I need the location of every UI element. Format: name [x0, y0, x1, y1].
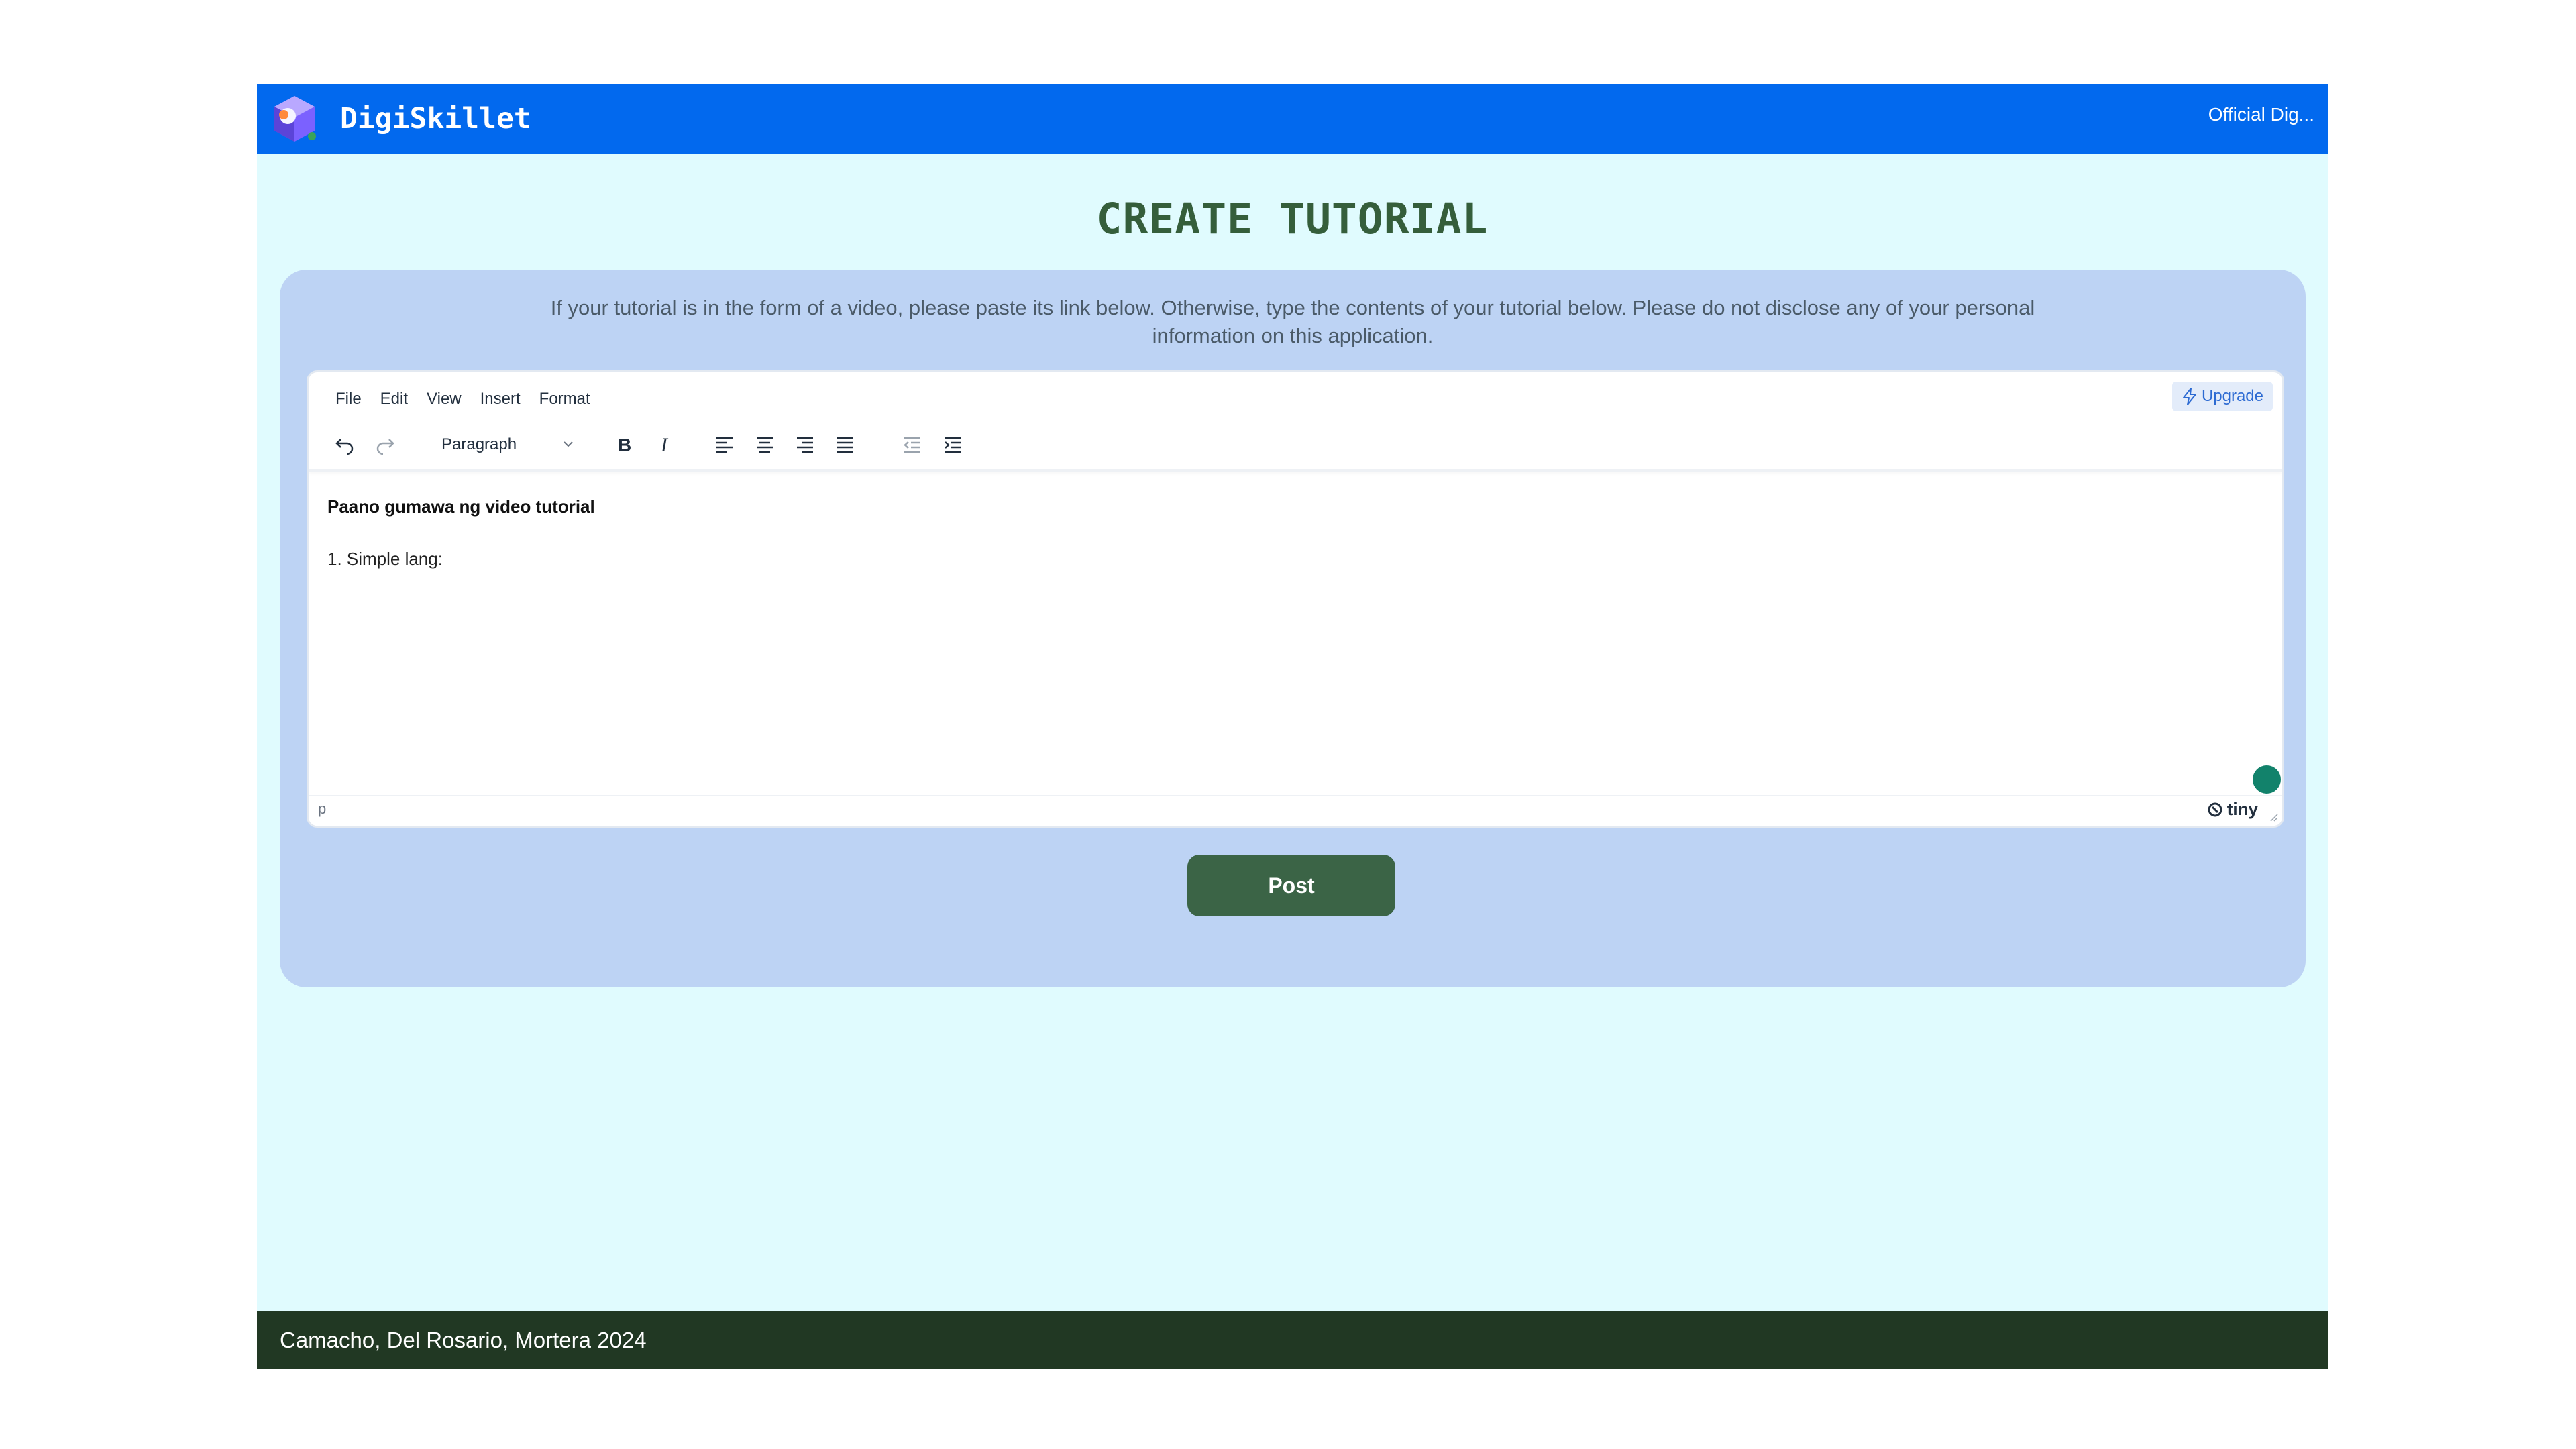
indent-button[interactable]	[936, 429, 969, 461]
tutorial-form-card: If your tutorial is in the form of a vid…	[280, 270, 2306, 987]
bold-button[interactable]: B	[608, 429, 640, 461]
page-title: CREATE TUTORIAL	[1096, 195, 1489, 244]
editor-content-area[interactable]: Paano gumawa ng video tutorial 1. Simple…	[327, 493, 2259, 775]
svg-text:I: I	[660, 435, 669, 455]
chat-bubble-icon[interactable]	[2253, 765, 2281, 794]
align-justify-button[interactable]	[829, 429, 861, 461]
italic-icon: I	[660, 435, 669, 455]
block-format-value: Paragraph	[441, 435, 517, 453]
content-heading: Paano gumawa ng video tutorial	[327, 496, 595, 517]
upgrade-label: Upgrade	[2201, 387, 2263, 405]
brand-name[interactable]: DigiSkillet	[340, 84, 531, 154]
align-left-button[interactable]	[708, 429, 741, 461]
align-justify-icon	[837, 437, 853, 453]
outdent-button[interactable]	[896, 429, 928, 461]
align-center-icon	[757, 437, 773, 453]
indent-icon	[945, 437, 961, 453]
lightning-icon	[2182, 388, 2196, 405]
upgrade-button[interactable]: Upgrade	[2171, 382, 2273, 411]
resize-handle-icon[interactable]	[2267, 811, 2278, 822]
menu-edit[interactable]: Edit	[371, 386, 417, 413]
undo-icon	[335, 439, 354, 455]
bold-icon: B	[618, 435, 631, 455]
post-button[interactable]: Post	[1187, 855, 1395, 916]
rich-text-editor: File Edit View Insert Format Upgrade Par…	[307, 370, 2284, 828]
align-left-icon	[716, 437, 733, 453]
tiny-logo-icon	[2208, 802, 2222, 816]
footer-credits: Camacho, Del Rosario, Mortera 2024	[280, 1328, 647, 1352]
redo-icon	[376, 439, 394, 455]
align-right-button[interactable]	[789, 429, 821, 461]
block-format-select[interactable]: Paragraph	[433, 431, 581, 458]
align-right-icon	[797, 437, 813, 453]
undo-button[interactable]	[329, 429, 361, 461]
align-center-button[interactable]	[749, 429, 781, 461]
logo-icon	[274, 96, 316, 142]
editor-menubar: File Edit View Insert Format	[326, 386, 600, 413]
account-menu[interactable]: Official Dig...	[2208, 84, 2314, 146]
menu-file[interactable]: File	[326, 386, 371, 413]
instructions-text: If your tutorial is in the form of a vid…	[550, 296, 2035, 347]
footer: Camacho, Del Rosario, Mortera 2024	[257, 1311, 2328, 1368]
menu-insert[interactable]: Insert	[471, 386, 530, 413]
menu-view[interactable]: View	[417, 386, 471, 413]
svg-text:B: B	[618, 435, 631, 455]
redo-button[interactable]	[369, 429, 401, 461]
chevron-down-icon	[564, 441, 573, 447]
top-navbar: DigiSkillet Official Dig...	[257, 84, 2328, 154]
menu-format[interactable]: Format	[530, 386, 600, 413]
editor-toolbar: Paragraph B I	[326, 426, 1131, 464]
app-window: DigiSkillet Official Dig... CREATE TUTOR…	[257, 84, 2328, 1368]
toolbar-divider	[309, 469, 2282, 472]
editor-statusbar: p tiny	[309, 795, 2282, 826]
tiny-branding[interactable]: tiny	[2207, 799, 2258, 820]
content-list-item: 1. Simple lang:	[327, 549, 443, 569]
tiny-brand-label: tiny	[2226, 799, 2258, 819]
element-path[interactable]: p	[318, 800, 326, 818]
italic-button[interactable]: I	[648, 429, 680, 461]
outdent-icon	[904, 437, 920, 453]
